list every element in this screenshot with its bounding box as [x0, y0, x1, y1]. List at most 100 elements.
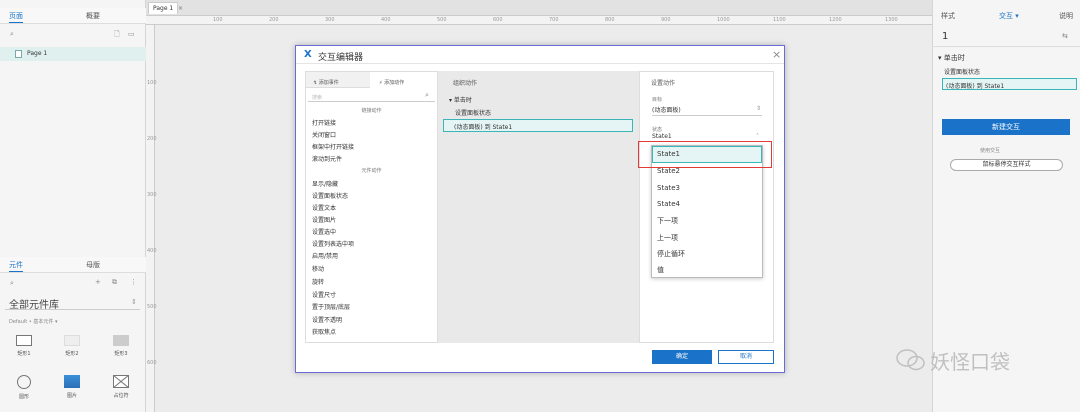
tab-style[interactable]: 样式 — [941, 11, 955, 21]
action-item[interactable]: 设置尺寸 — [312, 290, 336, 299]
widget-label: 圆形 — [18, 394, 29, 400]
tab-add-action[interactable]: ⚡ 添加动作 — [379, 79, 404, 86]
ruler-tick: 100 — [147, 80, 157, 86]
chevron-down-icon: ⇕ — [131, 298, 137, 306]
page-item-label: Page 1 — [27, 50, 48, 57]
add-page-icon[interactable]: 🗋 — [114, 30, 120, 41]
tab-masters[interactable]: 母版 — [86, 260, 100, 270]
dialog-titlebar — [296, 46, 784, 64]
dropdown-option[interactable]: 值 — [657, 265, 664, 275]
page-icon — [15, 50, 22, 58]
widget-rect2[interactable]: 矩形2 — [52, 335, 92, 357]
widget-placeholder[interactable]: 占位符 — [101, 375, 141, 399]
action-item[interactable]: 设置面板状态 — [312, 191, 348, 200]
ok-button[interactable]: 确定 — [652, 350, 712, 364]
ruler-tick: 800 — [605, 17, 615, 23]
widget-label: 矩形3 — [114, 351, 128, 357]
action-item[interactable]: 设置图片 — [312, 215, 336, 224]
tab-add-event[interactable]: ↯ 添加事件 — [313, 79, 339, 86]
canvas-page-tab[interactable]: Page 1 — [148, 2, 179, 14]
search-icon[interactable]: ⌕ — [425, 91, 429, 100]
ruler-tick: 400 — [381, 17, 391, 23]
tab-label: 添加动作 — [384, 80, 405, 86]
ruler-tick: 600 — [493, 17, 503, 23]
dialog-title: 交互编辑器 — [318, 53, 364, 63]
ruler-tick: 100 — [213, 17, 223, 23]
axure-logo-icon: X — [304, 49, 312, 60]
interaction-event[interactable]: ▾ 单击时 — [938, 53, 965, 63]
action-item[interactable]: 置于顶层/底层 — [312, 302, 350, 311]
action-item[interactable]: 设置列表选中项 — [312, 239, 354, 248]
more-icon[interactable]: ⋮ — [130, 278, 137, 286]
library-filter[interactable]: Default • 基本元件 ▾ — [9, 318, 58, 325]
hover-style-button[interactable]: 鼠标悬停交互样式 — [950, 159, 1063, 171]
cancel-button[interactable]: 取消 — [718, 350, 774, 364]
ruler-tick: 300 — [147, 192, 157, 198]
event-label: 单击时 — [453, 97, 472, 104]
case-action[interactable]: 设置面板状态 — [455, 108, 491, 117]
close-icon[interactable]: × — [178, 5, 183, 12]
tab-widgets[interactable]: 元件 — [9, 260, 23, 272]
dropdown-option[interactable]: State2 — [657, 167, 680, 175]
ruler-tick: 1200 — [829, 17, 842, 23]
import-icon[interactable]: ⧉ — [112, 278, 117, 287]
dropdown-option[interactable]: State4 — [657, 200, 680, 208]
chevron-up-icon: ˄ — [756, 133, 759, 140]
action-item[interactable]: 显示/隐藏 — [312, 179, 338, 188]
action-item[interactable]: 旋转 — [312, 277, 324, 286]
ruler-tick: 600 — [147, 360, 157, 366]
widget-label: 图片 — [66, 393, 77, 399]
action-item[interactable]: 设置选中 — [312, 227, 336, 236]
add-folder-icon[interactable]: ▭ — [128, 30, 135, 38]
action-item[interactable]: 设置文本 — [312, 203, 336, 212]
organize-title: 组织动作 — [453, 80, 478, 87]
tab-notes[interactable]: 说明 — [1059, 11, 1073, 21]
action-search-input[interactable] — [308, 91, 435, 102]
action-item[interactable]: 打开链接 — [312, 118, 336, 127]
widget-image[interactable]: 图片 — [52, 375, 92, 399]
library-title: 全部元件库 — [9, 300, 59, 311]
ruler-tick: 500 — [437, 17, 447, 23]
event-icon: ↯ — [313, 80, 318, 86]
interaction-action[interactable]: 设置面板状态 — [944, 67, 980, 76]
tab-outline[interactable]: 概要 — [86, 11, 100, 21]
vertical-ruler: 100 200 300 400 500 600 — [146, 25, 157, 412]
dropdown-option[interactable]: 下一项 — [657, 216, 678, 226]
action-item[interactable]: 滚动到元件 — [312, 154, 342, 163]
rename-icon[interactable]: ⇆ — [1062, 32, 1068, 40]
target-select[interactable]: (动态面板) — [652, 104, 762, 116]
dropdown-option[interactable]: State3 — [657, 184, 680, 192]
action-item[interactable]: 获取焦点 — [312, 327, 336, 336]
case-event[interactable]: ▾ 单击时 — [449, 95, 472, 104]
dropdown-option[interactable]: 上一项 — [657, 233, 678, 243]
widget-circle[interactable]: 圆形 — [4, 375, 44, 400]
page-tree-item[interactable]: Page 1 — [0, 47, 146, 61]
case-target[interactable]: (动态面板) 到 State1 — [443, 119, 633, 132]
tab-pages[interactable]: 页面 — [9, 11, 23, 23]
dropdown-option[interactable]: 停止循环 — [657, 249, 685, 259]
ruler-tick: 500 — [147, 304, 157, 310]
widget-rect3[interactable]: 矩形3 — [101, 335, 141, 357]
watermark-text: 妖怪口袋 — [930, 350, 1010, 374]
action-item[interactable]: 设置不透明 — [312, 315, 342, 324]
widget-rect1[interactable]: 矩形1 — [4, 335, 44, 357]
action-item[interactable]: 启用/禁用 — [312, 251, 338, 260]
widget-label: 占位符 — [113, 393, 129, 399]
rectangle-icon — [16, 335, 32, 346]
tab-interactions[interactable]: 交互 ▾ — [999, 11, 1019, 21]
action-item[interactable]: 关闭窗口 — [312, 130, 336, 139]
page-name-field[interactable]: 1 — [942, 31, 948, 42]
close-icon[interactable]: × — [772, 48, 781, 61]
action-item[interactable]: 框架中打开链接 — [312, 142, 354, 151]
new-interaction-button[interactable]: 新建交互 — [942, 119, 1070, 135]
widgets-tabbar: 元件 母版 — [0, 257, 146, 273]
event-label: 单击时 — [943, 54, 965, 62]
search-icon[interactable]: ⌕ — [10, 279, 14, 288]
interaction-target[interactable]: (动态面板) 到 State1 — [942, 78, 1077, 90]
action-item[interactable]: 移动 — [312, 264, 324, 273]
ruler-tick: 900 — [661, 17, 671, 23]
ruler-tick: 400 — [147, 248, 157, 254]
widget-label: 矩形2 — [65, 351, 79, 357]
add-icon[interactable]: + — [95, 278, 101, 286]
search-icon[interactable]: ⌕ — [10, 30, 14, 39]
